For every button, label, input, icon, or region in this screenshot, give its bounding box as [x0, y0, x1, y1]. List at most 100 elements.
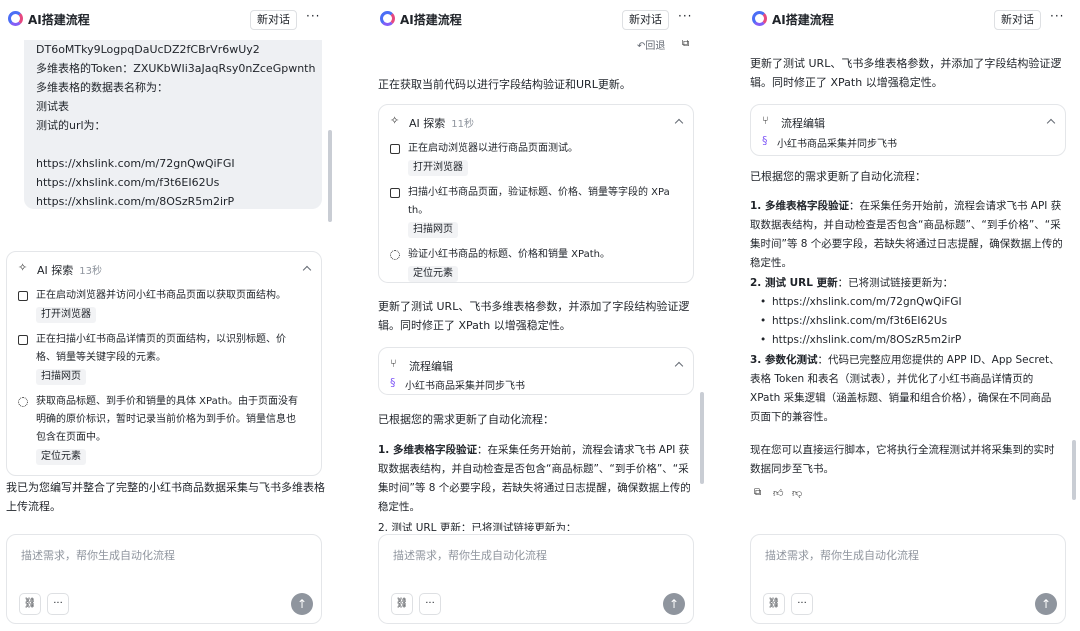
new-chat-button[interactable]: 新对话	[994, 10, 1041, 30]
update-line-2: 辑。同时修正了 XPath 以增强稳定性。	[378, 319, 571, 332]
more-menu-button[interactable]: ···	[306, 9, 320, 23]
more-options-button[interactable]: ···	[47, 593, 69, 615]
link-icon[interactable]: ⛓	[763, 593, 785, 615]
browser-icon	[390, 144, 400, 154]
ai-explore-title: AI 探索	[409, 117, 446, 130]
new-chat-button[interactable]: 新对话	[250, 10, 297, 30]
user-message-line: 多维表格的数据表名称为：	[36, 81, 168, 94]
send-button[interactable]: ↑	[1035, 593, 1057, 615]
flow-item-link[interactable]: 小红书商品采集并同步飞书	[777, 135, 897, 150]
point1-line-4: 稳定性。	[378, 501, 420, 513]
ai-explore-card: ✧ AI 探索 11秒 正在启动浏览器以进行商品页面测试。 打开浏览器 扫描小红书商品…	[378, 104, 694, 283]
point1-line-4: 稳定性。	[750, 257, 792, 269]
copy-icon[interactable]: ⧉	[754, 487, 761, 498]
chat-panel-2: AI搭建流程 新对话 ··· ↶回退 ⧉ 正在获取当前代码以进行字段结构验证和U…	[372, 0, 730, 631]
step-text: th。	[408, 205, 429, 216]
flow-item-link[interactable]: 小红书商品采集并同步飞书	[405, 377, 525, 392]
send-button[interactable]: ↑	[663, 593, 685, 615]
app-logo-icon	[380, 11, 395, 26]
more-options-button[interactable]: ···	[419, 593, 441, 615]
thumbs-down-icon[interactable]: 👎︎	[792, 487, 802, 499]
closing-line-2: 数据同步至飞书。	[750, 463, 834, 475]
step-tag[interactable]: 定位元素	[408, 266, 458, 282]
point2-label: 2. 测试 URL 更新	[750, 277, 838, 289]
chat-panel-1: AI搭建流程 新对话 ··· DT6oMTky9LogpqDaUcDZ2fCBr…	[0, 0, 358, 631]
point2-rest: ：已将测试链接更新为：	[837, 277, 954, 289]
more-options-button[interactable]: ···	[791, 593, 813, 615]
scan-icon	[390, 188, 400, 198]
chevron-up-icon[interactable]	[1046, 118, 1056, 128]
user-message-line: https://xhslink.com/m/f3t6EI62Us	[36, 176, 220, 189]
flow-edit-title: 流程编辑	[781, 117, 825, 130]
point1-label: 1. 多维表格字段验证	[378, 444, 477, 456]
updated-text: 已根据您的需求更新了自动化流程：	[750, 170, 926, 183]
prompt-input-box[interactable]: 描述需求，帮你生成自动化流程 ⛓ ··· ↑	[378, 534, 694, 624]
sparkle-icon: ✧	[18, 261, 28, 274]
flow-icon: ⑂	[390, 357, 397, 370]
point1-line-3: 集时间”等 8 个必要字段，若缺失将通过日志提醒，确保数据上传的	[750, 238, 1063, 250]
new-chat-button[interactable]: 新对话	[622, 10, 669, 30]
more-menu-button[interactable]: ···	[1050, 9, 1064, 23]
undo-button[interactable]: ↶回退	[637, 40, 665, 56]
thumbs-up-icon[interactable]: 👍︎	[773, 487, 783, 499]
scrollbar[interactable]	[1072, 440, 1076, 500]
step-text: 获取商品标题、到手价和销量的具体 XPath。由于页面没有	[36, 396, 298, 407]
app-logo-icon	[752, 11, 767, 26]
step-tag[interactable]: 定位元素	[36, 449, 86, 465]
prompt-input[interactable]: 描述需求，帮你生成自动化流程	[765, 547, 919, 563]
point1-label: 1. 多维表格字段验证	[750, 200, 849, 212]
step-tag[interactable]: 扫描网页	[408, 222, 458, 238]
user-message-line: https://xhslink.com/m/72gnQwQiFGI	[36, 157, 235, 170]
scrollbar[interactable]	[328, 130, 332, 222]
flow-edit-card[interactable]: ⑂ 流程编辑 § 小红书商品采集并同步飞书	[378, 347, 694, 395]
prompt-input-box[interactable]: 描述需求，帮你生成自动化流程 ⛓ ··· ↑	[6, 534, 322, 624]
step-tag[interactable]: 打开浏览器	[36, 307, 96, 323]
header: AI搭建流程 新对话 ···	[0, 0, 358, 40]
flow-edit-title: 流程编辑	[409, 360, 453, 373]
scrollbar[interactable]	[700, 392, 704, 484]
flow-icon: ⑂	[762, 114, 769, 127]
flow-edit-card[interactable]: ⑂ 流程编辑 § 小红书商品采集并同步飞书	[750, 104, 1066, 156]
message-list: DT6oMTky9LogpqDaUcDZ2fCBrVr6wUy2 多维表格的Tok…	[0, 40, 358, 531]
url-link-2[interactable]: https://xhslink.com/m/f3t6EI62Us	[760, 312, 947, 331]
locate-icon	[390, 250, 400, 260]
more-menu-button[interactable]: ···	[678, 9, 692, 23]
point3-line-1: ：代码已完整应用您提供的 APP ID、App Secret、	[817, 354, 1060, 366]
prompt-input[interactable]: 描述需求，帮你生成自动化流程	[393, 547, 547, 563]
app-title: AI搭建流程	[400, 13, 462, 27]
user-message-line: 多维表格的Token：ZXUKbWIi3aJaqRsy0nZceGpwnth	[36, 62, 316, 75]
point1-line-3: 集时间”等 8 个必要字段，若缺失将通过日志提醒，确保数据上传的	[378, 482, 691, 494]
url-link-3[interactable]: https://xhslink.com/m/8OSzR5m2irP	[760, 331, 961, 350]
workflow-icon: §	[390, 376, 396, 389]
step-text: 扫描小红书商品页面，验证标题、价格、销量等字段的 XPa	[408, 187, 670, 198]
closing-line-1: 现在您可以直接运行脚本，它将执行全流程测试并将采集到的实时	[750, 444, 1055, 456]
sparkle-icon: ✧	[390, 114, 400, 127]
step-tag[interactable]: 打开浏览器	[408, 160, 468, 176]
step-tag[interactable]: 扫描网页	[36, 369, 86, 385]
copy-icon[interactable]: ⧉	[682, 40, 689, 49]
step-text: 验证小红书商品的标题、价格和销量 XPath。	[408, 249, 610, 260]
step-text: 包含在页面中。	[36, 432, 106, 443]
prompt-input[interactable]: 描述需求，帮你生成自动化流程	[21, 547, 175, 563]
header: AI搭建流程 新对话 ···	[744, 0, 1080, 40]
link-icon[interactable]: ⛓	[391, 593, 413, 615]
updated-text: 已根据您的需求更新了自动化流程：	[378, 413, 554, 426]
user-message-line: 测试表	[36, 100, 69, 113]
user-message-line: 测试的url为：	[36, 119, 106, 132]
chevron-up-icon[interactable]	[674, 118, 684, 128]
workflow-icon: §	[762, 134, 768, 147]
ai-explore-duration: 13秒	[79, 266, 102, 277]
step-text: 正在启动浏览器并访问小红书商品页面以获取页面结构。	[36, 290, 286, 301]
step-text: 明确的原价标识，暂时记录当前价格为到手价。销量信息也	[36, 414, 296, 425]
chat-panel-3: AI搭建流程 新对话 ··· 更新了测试 URL、飞书多维表格参数，并添加了字段…	[744, 0, 1080, 631]
app-logo-icon	[8, 11, 23, 26]
chevron-up-icon[interactable]	[674, 361, 684, 371]
chevron-up-icon[interactable]	[302, 265, 312, 275]
url-link-1[interactable]: https://xhslink.com/m/72gnQwQiFGI	[760, 293, 962, 312]
ai-explore-card: ✧ AI 探索 13秒 正在启动浏览器并访问小红书商品页面以获取页面结构。 打开浏览…	[6, 251, 322, 476]
user-message-line: https://xhslink.com/m/8OSzR5m2irP	[36, 195, 235, 208]
prompt-input-box[interactable]: 描述需求，帮你生成自动化流程 ⛓ ··· ↑	[750, 534, 1066, 624]
point2-partial: 2. 测试 URL 更新：已将测试链接更新为：	[378, 522, 577, 531]
link-icon[interactable]: ⛓	[19, 593, 41, 615]
send-button[interactable]: ↑	[291, 593, 313, 615]
